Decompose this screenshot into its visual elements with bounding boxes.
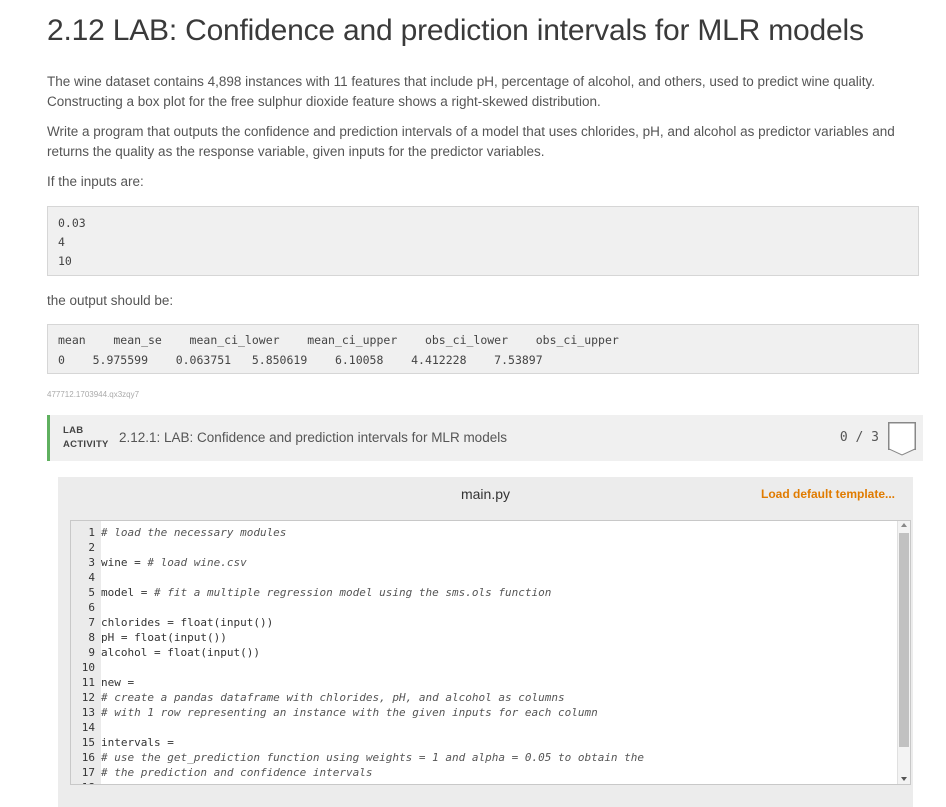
scroll-down-icon[interactable] [901, 777, 907, 781]
line-number: 11 [81, 676, 95, 689]
code-line[interactable]: 9 alcohol = float(input()) [71, 645, 896, 660]
code-text[interactable]: # use the get_prediction function using … [101, 750, 644, 765]
completion-badge-icon [888, 422, 916, 456]
scroll-up-icon[interactable] [901, 523, 907, 527]
inputs-intro: If the inputs are: [47, 174, 144, 189]
code-text[interactable]: # with 1 row representing an instance wi… [101, 705, 598, 720]
code-editor-panel: main.py Load default template... 1 # load… [58, 477, 913, 807]
lab-activity-header: LAB ACTIVITY 2.12.1: LAB: Confidence and… [47, 415, 923, 461]
code-text[interactable]: pH = float(input()) [101, 630, 227, 645]
code-line[interactable]: 13 # with 1 row representing an instance … [71, 705, 896, 720]
code-line[interactable]: 17 # the prediction and confidence interv… [71, 765, 896, 780]
code-line[interactable]: 14 [71, 720, 896, 735]
activity-id: 477712.1703944.qx3zqy7 [47, 390, 140, 399]
line-number: 12 [81, 691, 95, 704]
line-number: 2 [88, 541, 95, 554]
code-line[interactable]: 4 [71, 570, 896, 585]
code-line[interactable]: 11 new = [71, 675, 896, 690]
lab-tag-line2: ACTIVITY [63, 439, 109, 450]
task-paragraph: Write a program that outputs the confide… [47, 124, 895, 159]
code-line[interactable]: 12 # create a pandas dataframe with chlor… [71, 690, 896, 705]
code-lines[interactable]: 1 # load the necessary modules 2 3 wine = # … [71, 525, 896, 784]
line-number: 8 [88, 631, 95, 644]
line-number: 3 [88, 556, 95, 569]
code-line[interactable]: 18 [71, 780, 896, 784]
code-editor[interactable]: 1 # load the necessary modules 2 3 wine = # … [70, 520, 911, 785]
code-text[interactable]: # create a pandas dataframe with chlorid… [101, 690, 565, 705]
editor-scrollbar[interactable] [897, 521, 910, 784]
code-line[interactable]: 3 wine = # load wine.csv [71, 555, 896, 570]
line-number: 7 [88, 616, 95, 629]
line-number: 9 [88, 646, 95, 659]
line-number: 10 [81, 661, 95, 674]
code-text[interactable]: new = [101, 675, 141, 690]
code-line[interactable]: 6 [71, 600, 896, 615]
code-text[interactable]: intervals = [101, 735, 180, 750]
line-number: 13 [81, 706, 95, 719]
example-output: mean mean_se mean_ci_lower mean_ci_upper… [47, 324, 919, 374]
line-number: 18 [71, 780, 95, 784]
lab-activity-title: 2.12.1: LAB: Confidence and prediction i… [119, 430, 507, 445]
code-text[interactable]: model = # fit a multiple regression mode… [101, 585, 551, 600]
scroll-thumb[interactable] [899, 533, 909, 747]
code-line[interactable]: 7 chlorides = float(input()) [71, 615, 896, 630]
code-line[interactable]: 16 # use the get_prediction function usin… [71, 750, 896, 765]
line-number: 17 [81, 766, 95, 779]
code-line[interactable]: 2 [71, 540, 896, 555]
line-number: 1 [88, 526, 95, 539]
code-line[interactable]: 10 [71, 660, 896, 675]
line-number: 5 [88, 586, 95, 599]
code-line[interactable]: 5 model = # fit a multiple regression mod… [71, 585, 896, 600]
line-number: 4 [88, 571, 95, 584]
line-number: 15 [81, 736, 95, 749]
code-line[interactable]: 1 # load the necessary modules [71, 525, 896, 540]
output-intro: the output should be: [47, 293, 174, 308]
code-line[interactable]: 15 intervals = [71, 735, 896, 750]
lab-score: 0 / 3 [839, 430, 879, 445]
code-text[interactable]: # the prediction and confidence interval… [101, 765, 373, 780]
line-number: 14 [81, 721, 95, 734]
line-number: 6 [88, 601, 95, 614]
intro-paragraph: The wine dataset contains 4,898 instance… [47, 74, 876, 109]
code-text[interactable]: alcohol = float(input()) [101, 645, 260, 660]
lab-activity-tag: LAB ACTIVITY [63, 424, 109, 452]
example-inputs: 0.03 4 10 [47, 206, 919, 276]
lab-tag-line1: LAB [63, 425, 84, 436]
code-text[interactable]: chlorides = float(input()) [101, 615, 273, 630]
load-default-template-link[interactable]: Load default template... [761, 487, 895, 501]
code-text[interactable]: # load the necessary modules [101, 525, 286, 540]
code-line[interactable]: 8 pH = float(input()) [71, 630, 896, 645]
code-text[interactable]: wine = # load wine.csv [101, 555, 247, 570]
line-number: 16 [81, 751, 95, 764]
page-title: 2.12 LAB: Confidence and prediction inte… [47, 14, 864, 47]
